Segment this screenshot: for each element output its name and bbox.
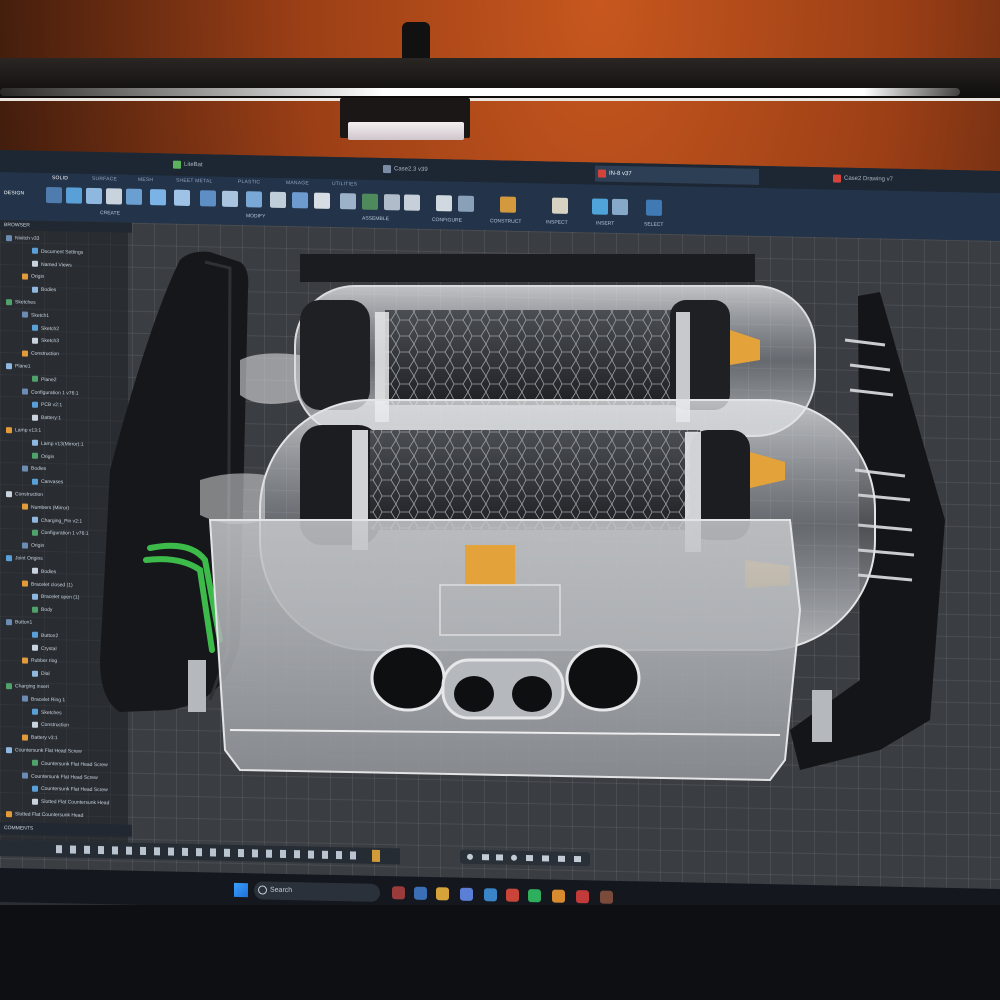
- transparent-case: [188, 519, 832, 782]
- top-back-rail: [300, 254, 755, 282]
- nixie-clock-model: [100, 251, 945, 782]
- monitor-bezel-bottom: [0, 905, 1000, 1000]
